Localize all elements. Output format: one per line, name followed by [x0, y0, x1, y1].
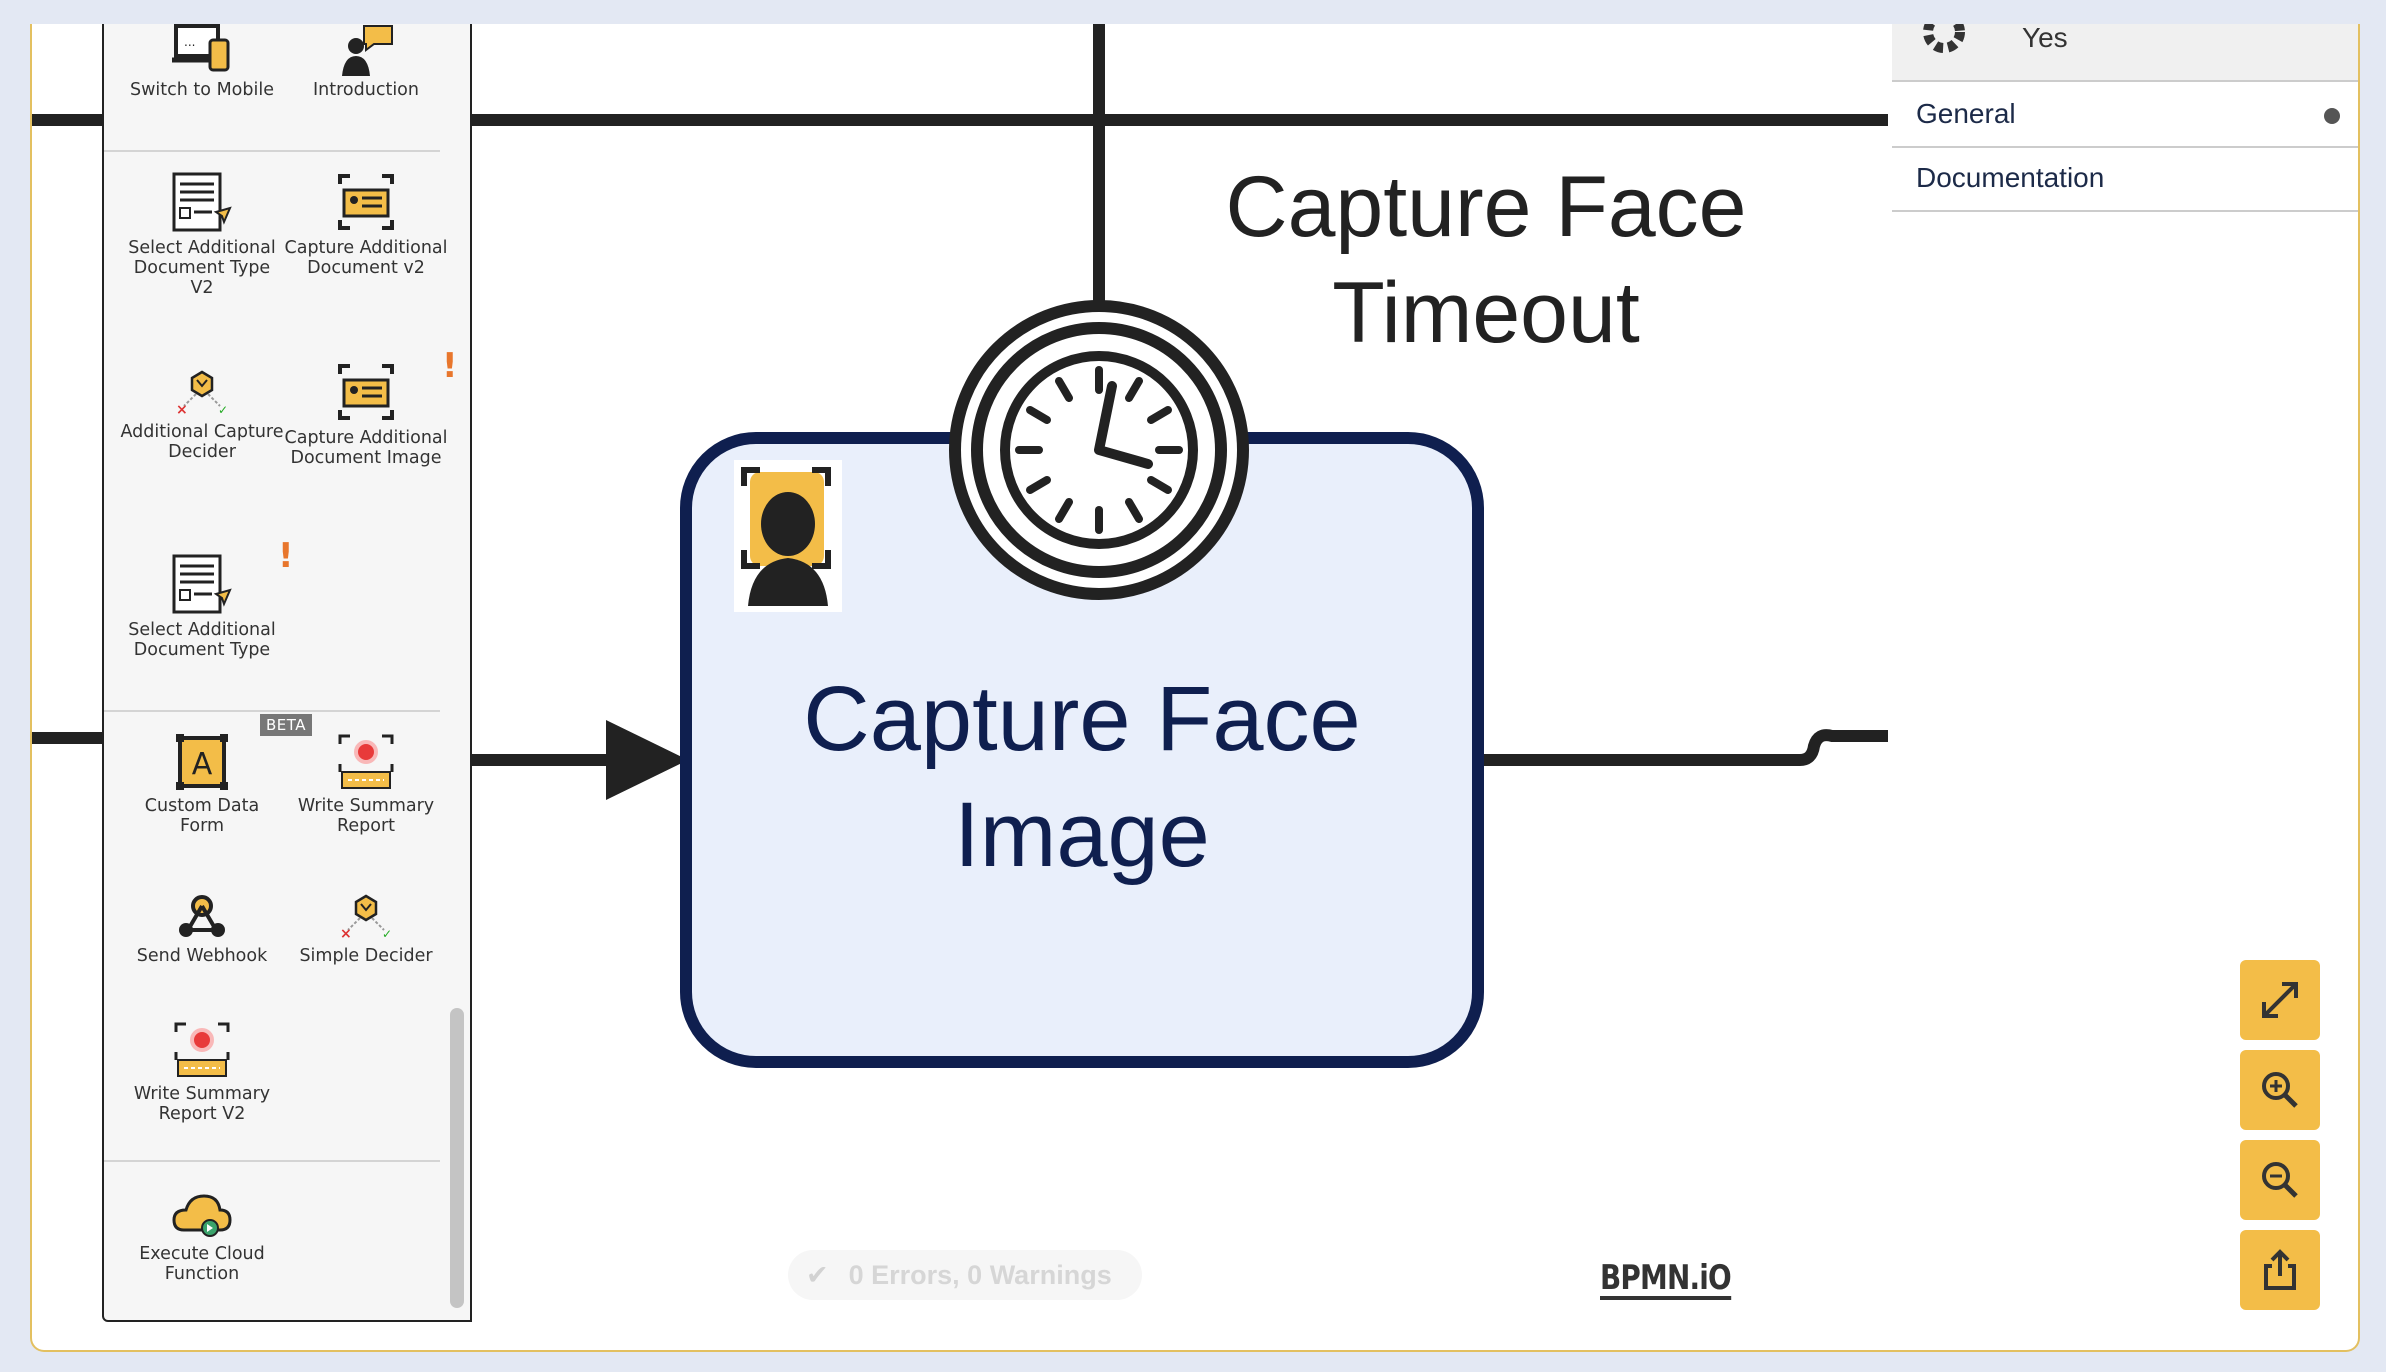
- palette-item-introduction[interactable]: Introduction: [284, 24, 448, 100]
- palette-item-custom-data-form[interactable]: A Custom Data Form: [120, 732, 284, 836]
- export-icon: [2264, 1249, 2296, 1290]
- group-documentation-label: Documentation: [1916, 162, 2105, 193]
- palette-item-label: Select Additional Document Type: [128, 620, 276, 660]
- palette-item-label: Send Webhook: [136, 946, 268, 966]
- summary-report-icon: [174, 1022, 230, 1077]
- palette-item-additional-capture-decider[interactable]: × ✓ Additional Capture Decider: [120, 368, 284, 462]
- warning-indicator: !: [442, 346, 458, 386]
- group-general[interactable]: General: [1892, 84, 2358, 148]
- fit-to-screen-button[interactable]: [2240, 960, 2320, 1040]
- svg-text:...: ...: [184, 35, 195, 49]
- svg-text:✓: ✓: [382, 927, 392, 941]
- svg-text:×: ×: [340, 926, 352, 942]
- palette-item-select-additional-document-type-v2[interactable]: Select Additional Document Type V2: [120, 172, 284, 298]
- palette-item-capture-additional-document-v2[interactable]: Capture Additional Document v2: [284, 172, 448, 278]
- laptop-mobile-icon: ...: [172, 24, 230, 72]
- decider-icon: × ✓: [340, 894, 392, 942]
- linting-status-text: 0 Errors, 0 Warnings: [848, 1259, 1112, 1290]
- palette-item-label: Switch to Mobile: [130, 80, 274, 100]
- sequence-arrowhead: [606, 720, 688, 800]
- zoom-in-icon: [2262, 1072, 2298, 1108]
- properties-panel: Yes General Documentation: [1892, 24, 2358, 212]
- zoom-out-icon: [2262, 1162, 2298, 1198]
- bpmn-io-logo[interactable]: BPMN.iO: [1600, 1260, 1732, 1300]
- webhook-icon: [179, 895, 225, 937]
- palette-item-label: Additional Capture Decider: [120, 422, 284, 462]
- palette-item-label: Capture Additional Document Image: [284, 428, 448, 468]
- palette-item-label: Select Additional Document Type V2: [128, 238, 276, 298]
- palette-separator: [104, 1160, 440, 1162]
- properties-header: Yes: [1892, 24, 2358, 82]
- properties-header-value: Yes: [2022, 24, 2068, 53]
- task-label-line1: Capture Face: [803, 668, 1360, 770]
- export-button[interactable]: [2240, 1230, 2320, 1310]
- palette-item-send-webhook[interactable]: Send Webhook: [120, 892, 284, 966]
- palette-item-simple-decider[interactable]: × ✓ Simple Decider: [284, 892, 448, 966]
- outgoing-sequence-flow[interactable]: [1476, 729, 1888, 766]
- palette-item-label: Custom Data Form: [144, 796, 260, 836]
- group-general-label: General: [1916, 98, 2016, 129]
- palette-item-label: Write Summary Report: [297, 796, 435, 836]
- id-card-capture-icon: [338, 174, 394, 230]
- face-capture-icon: [734, 460, 842, 612]
- document-select-icon: [172, 554, 232, 614]
- group-data-indicator: [2324, 108, 2340, 124]
- palette-item-label: Execute Cloud Function: [139, 1244, 265, 1284]
- decider-icon: × ✓: [176, 370, 228, 418]
- fit-to-screen-icon: [2262, 982, 2298, 1018]
- palette-scrollbar[interactable]: [450, 1008, 464, 1308]
- check-icon: ✔: [806, 1259, 829, 1290]
- palette-item-label: Capture Additional Document v2: [284, 238, 448, 278]
- cloud-function-icon: [172, 1194, 232, 1237]
- palette-item-label: Simple Decider: [299, 946, 433, 966]
- palette-item-switch-to-mobile[interactable]: ... Switch to Mobile: [120, 24, 284, 100]
- palette-item-execute-cloud-function[interactable]: Execute Cloud Function: [120, 1190, 284, 1284]
- palette-item-label: Write Summary Report V2: [133, 1084, 271, 1124]
- zoom-out-button[interactable]: [2240, 1140, 2320, 1220]
- svg-text:✓: ✓: [218, 403, 228, 417]
- palette-item-select-additional-document-type[interactable]: Select Additional Document Type: [120, 554, 284, 660]
- person-speech-icon: [342, 25, 393, 76]
- zoom-in-button[interactable]: [2240, 1050, 2320, 1130]
- palette-separator: [104, 710, 440, 712]
- svg-text:A: A: [192, 747, 213, 782]
- group-documentation[interactable]: Documentation: [1892, 148, 2358, 212]
- app-frame: Capture Face Image Capture Face Timeout …: [30, 24, 2360, 1352]
- task-label-line2: Image: [954, 784, 1210, 886]
- id-card-capture-icon: [338, 364, 394, 420]
- linting-status[interactable]: ✔ 0 Errors, 0 Warnings: [788, 1250, 1142, 1300]
- document-select-icon: [172, 172, 232, 232]
- palette-item-label: Introduction: [313, 80, 419, 100]
- palette-item-write-summary-report-v2[interactable]: Write Summary Report V2: [120, 1020, 284, 1124]
- timer-label-line2: Timeout: [1332, 265, 1640, 361]
- svg-text:×: ×: [176, 402, 188, 418]
- summary-report-icon: [338, 734, 394, 789]
- palette-item-write-summary-report[interactable]: Write Summary Report: [284, 732, 448, 836]
- palette-separator: [104, 150, 440, 152]
- gear-icon: [1923, 24, 1965, 53]
- custom-form-icon: A: [176, 734, 228, 790]
- element-palette: ... Switch to Mobile Introduction Select…: [102, 24, 472, 1322]
- timer-label-line1: Capture Face: [1225, 159, 1746, 255]
- palette-item-capture-additional-document-image[interactable]: Capture Additional Document Image: [284, 362, 448, 468]
- warning-indicator: !: [278, 536, 294, 576]
- timer-boundary-event[interactable]: [949, 300, 1249, 600]
